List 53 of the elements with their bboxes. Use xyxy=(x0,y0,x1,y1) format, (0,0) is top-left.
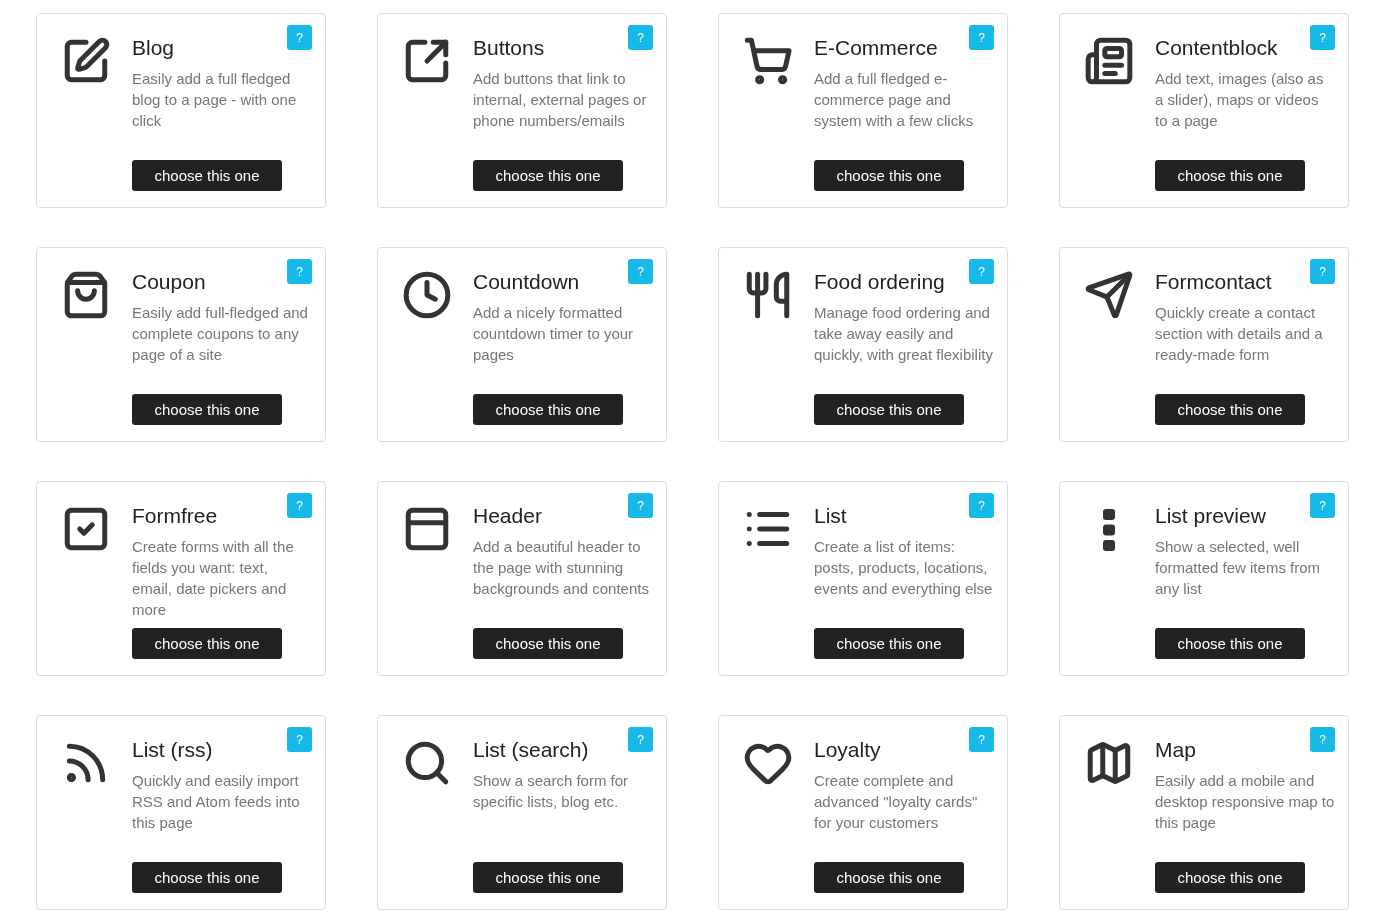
card-title: List (rss) xyxy=(132,738,213,762)
clock-icon xyxy=(402,270,452,320)
card-title: List xyxy=(814,504,847,528)
card-description: Easily add a full fledged blog to a page - with one click xyxy=(132,69,298,131)
card-description: Add a nicely formatted countdown timer to your pages xyxy=(473,303,635,365)
card-description: Create forms with all the fields you want: text, email, date pickers and more xyxy=(132,537,295,620)
card-description: Quickly create a contact section with details and a ready-made form xyxy=(1155,303,1324,365)
card-description: Easily add a mobile and desktop responsive map to this page xyxy=(1155,771,1335,833)
card-description: Show a selected, well formatted few items from any list xyxy=(1155,537,1322,599)
card-title: Buttons xyxy=(473,36,545,60)
card-title: Food ordering xyxy=(814,270,945,294)
choose-button[interactable]: choose this one xyxy=(1155,628,1305,659)
newspaper-icon xyxy=(1084,36,1134,86)
card-title: Formfree xyxy=(132,504,218,528)
cart-icon xyxy=(743,36,793,86)
card-title: Header xyxy=(473,504,542,528)
card-description: Easily add full-fledged and complete coupons to any page of a site xyxy=(132,303,309,365)
card-title: List preview xyxy=(1155,504,1266,528)
choose-button[interactable]: choose this one xyxy=(1155,394,1305,425)
vertical-dots-icon xyxy=(1102,508,1116,552)
card-title: Contentblock xyxy=(1155,36,1278,60)
card-description: Add a full fledged e-commerce page and system with a few clicks xyxy=(814,69,975,131)
card-description: Create complete and advanced "loyalty cards" for your customers xyxy=(814,771,979,833)
card-title: Countdown xyxy=(473,270,580,294)
card-title: Formcontact xyxy=(1155,270,1272,294)
card-title: Loyalty xyxy=(814,738,881,762)
choose-button[interactable]: choose this one xyxy=(814,160,964,191)
choose-button[interactable]: choose this one xyxy=(132,628,282,659)
card-title: List (search) xyxy=(473,738,589,762)
card-description: Show a search form for specific lists, blog etc. xyxy=(473,771,630,812)
paper-plane-icon xyxy=(1084,270,1134,320)
card-title: Map xyxy=(1155,738,1196,762)
card-title: Coupon xyxy=(132,270,206,294)
choose-button[interactable]: choose this one xyxy=(814,862,964,893)
card-description: Add a beautiful header to the page with stunning backgrounds and contents xyxy=(473,537,650,599)
choose-button[interactable]: choose this one xyxy=(473,160,623,191)
choose-button[interactable]: choose this one xyxy=(814,394,964,425)
choose-button[interactable]: choose this one xyxy=(814,628,964,659)
choose-button[interactable]: choose this one xyxy=(1155,160,1305,191)
choose-button[interactable]: choose this one xyxy=(132,160,282,191)
choose-button[interactable]: choose this one xyxy=(132,862,282,893)
card-description: Add buttons that link to internal, external pages or phone numbers/emails xyxy=(473,69,648,131)
choose-button[interactable]: choose this one xyxy=(473,394,623,425)
choose-button[interactable]: choose this one xyxy=(473,628,623,659)
choose-button[interactable]: choose this one xyxy=(132,394,282,425)
choose-button[interactable]: choose this one xyxy=(1155,862,1305,893)
choose-button[interactable]: choose this one xyxy=(473,862,623,893)
card-title: E-Commerce xyxy=(814,36,938,60)
card-description: Quickly and easily import RSS and Atom feeds into this page xyxy=(132,771,301,833)
card-title: Blog xyxy=(132,36,175,60)
card-description: Manage food ordering and take away easily and quickly, with great flexibility xyxy=(814,303,994,365)
card-description: Create a list of items: posts, products, locations, events and everything else xyxy=(814,537,994,599)
card-description: Add text, images (also as a slider), maps or videos to a page xyxy=(1155,69,1325,131)
